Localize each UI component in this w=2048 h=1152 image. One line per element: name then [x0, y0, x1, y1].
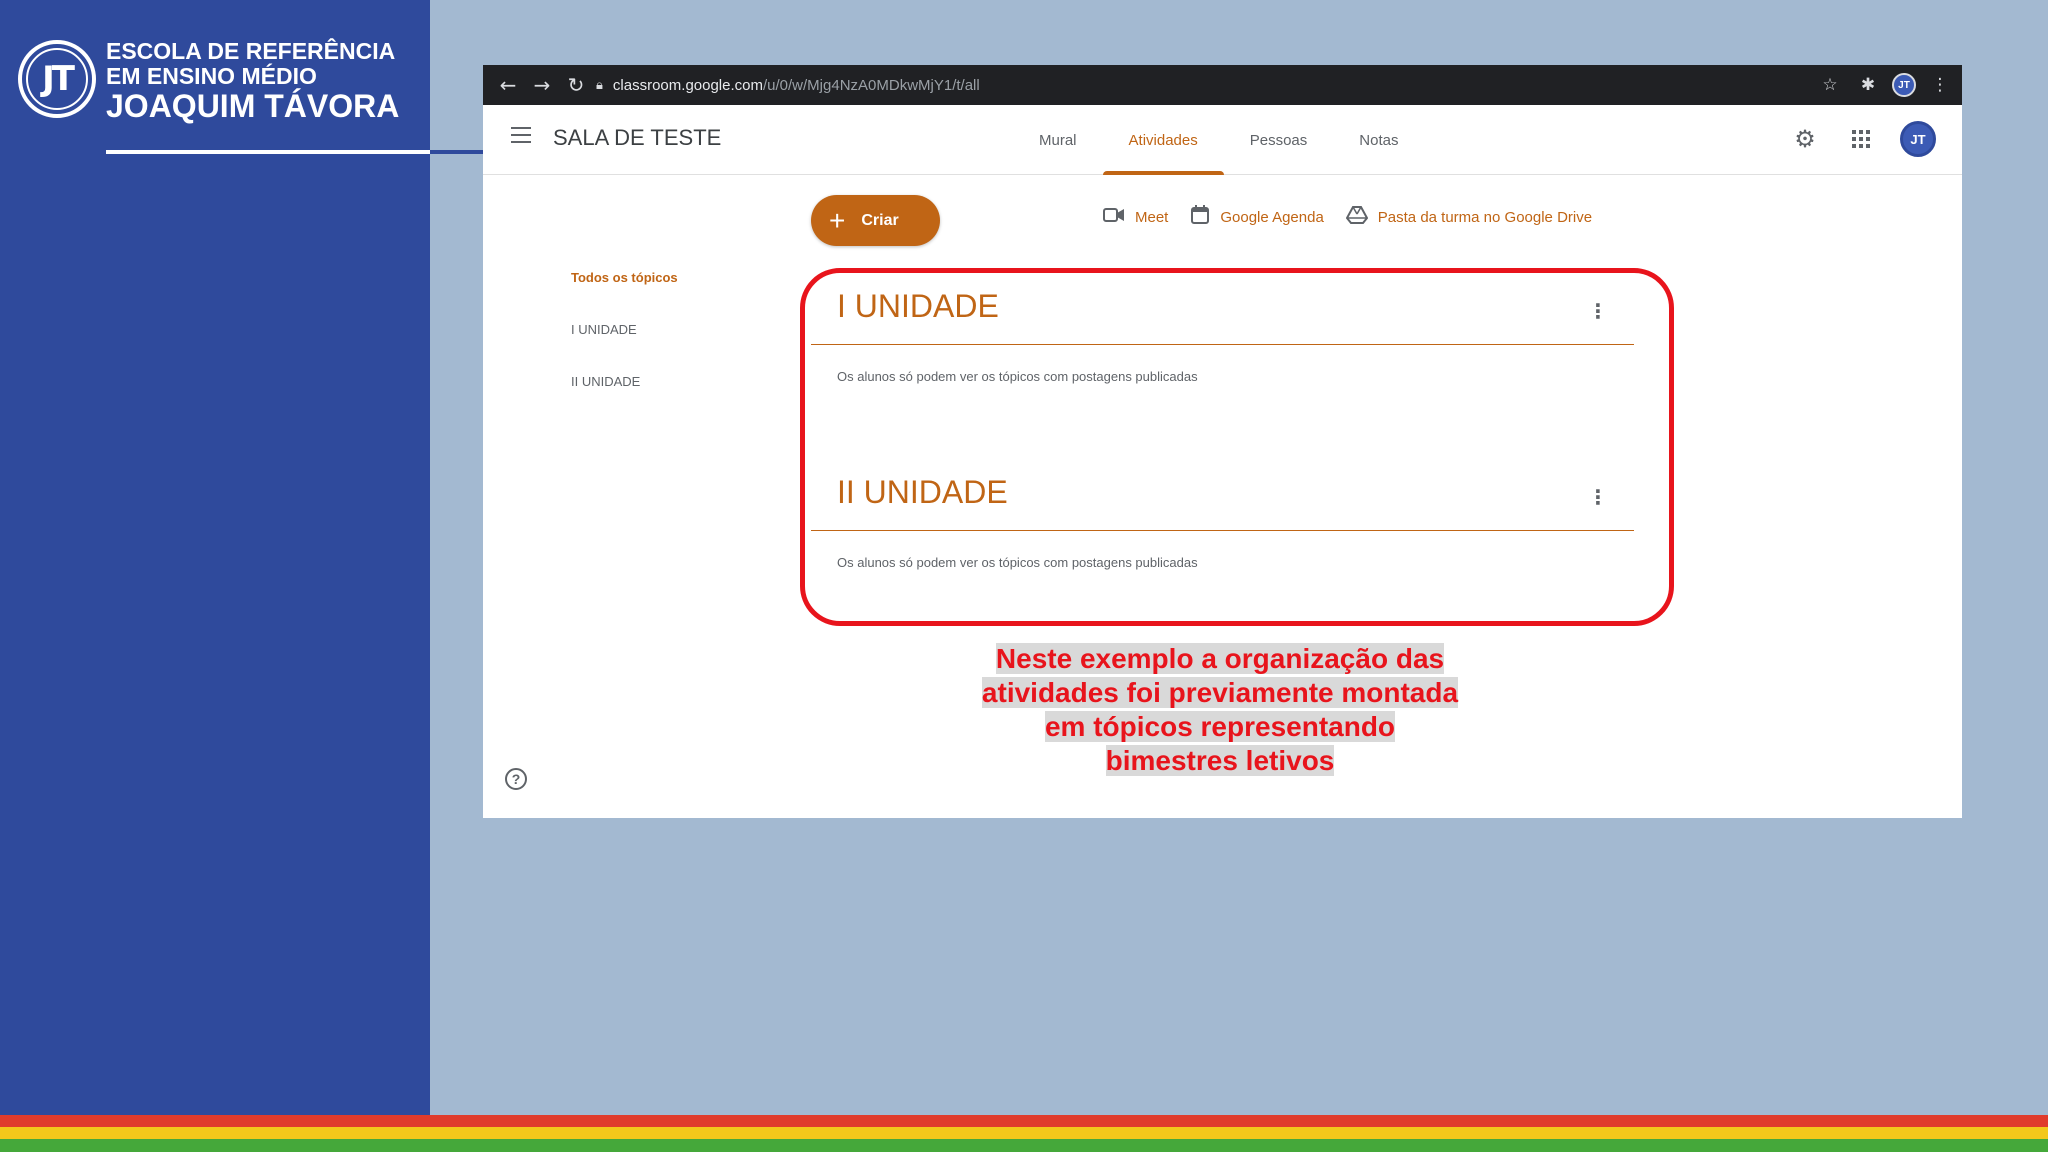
forward-arrow-icon[interactable]: →: [525, 65, 559, 105]
school-panel: JT ESCOLA DE REFERÊNCIA EM ENSINO MÉDIO …: [0, 0, 430, 1115]
create-button-label: Criar: [861, 211, 899, 229]
classroom-header: SALA DE TESTE Mural Atividades Pessoas N…: [483, 105, 1962, 175]
school-divider: [106, 150, 430, 154]
annotation-caption: Neste exemplo a organização das atividad…: [960, 642, 1480, 778]
tab-notas[interactable]: Notas: [1333, 105, 1424, 175]
gear-icon[interactable]: ⚙: [1788, 119, 1822, 159]
apps-grid-icon[interactable]: [1844, 119, 1878, 159]
stripe-yellow: [0, 1127, 2048, 1139]
school-divider-extension: [430, 150, 483, 154]
annotation-line: atividades foi previamente montada: [981, 677, 1459, 708]
class-title[interactable]: SALA DE TESTE: [553, 125, 721, 151]
tab-mural[interactable]: Mural: [1013, 105, 1103, 175]
drive-label: Pasta da turma no Google Drive: [1377, 209, 1593, 226]
calendar-icon: [1190, 205, 1210, 230]
star-icon[interactable]: ☆: [1816, 75, 1844, 95]
annotation-line: bimestres letivos: [1105, 745, 1335, 776]
browser-menu-icon[interactable]: ⋮: [1926, 75, 1954, 95]
annotation-line: Neste exemplo a organização das: [995, 643, 1445, 674]
url-host: classroom.google.com: [612, 76, 763, 94]
url-path: /u/0/w/Mjg4NzA0MDkwMjY1/t/all: [763, 76, 980, 94]
reload-icon[interactable]: ↻: [559, 65, 593, 105]
back-arrow-icon[interactable]: ←: [491, 65, 525, 105]
calendar-label: Google Agenda: [1220, 209, 1324, 226]
school-name-line2: EM ENSINO MÉDIO: [106, 63, 317, 89]
annotation-line: em tópicos representando: [1044, 711, 1396, 742]
address-bar[interactable]: 🔒︎ classroom.google.com /u/0/w/Mjg4NzA0M…: [596, 70, 1821, 100]
tab-atividades[interactable]: Atividades: [1102, 105, 1224, 175]
drive-folder-link[interactable]: Pasta da turma no Google Drive: [1345, 205, 1593, 230]
browser-profile-avatar[interactable]: JT: [1892, 73, 1916, 97]
topic-nav-all[interactable]: Todos os tópicos: [571, 270, 678, 322]
topic-nav: Todos os tópicos I UNIDADE II UNIDADE: [571, 270, 678, 426]
quick-links: Meet Google Agenda Pasta da turma no Goo…: [1103, 205, 1592, 230]
video-camera-icon: [1103, 207, 1125, 228]
stripe-red: [0, 1115, 2048, 1127]
help-icon[interactable]: ?: [505, 768, 527, 790]
school-name-line3: JOAQUIM TÁVORA: [106, 88, 400, 124]
user-avatar[interactable]: JT: [1900, 121, 1936, 157]
drive-icon: [1345, 205, 1368, 230]
browser-toolbar: ← → ↻ 🔒︎ classroom.google.com /u/0/w/Mjg…: [483, 65, 1962, 105]
lock-icon: 🔒︎: [596, 77, 603, 93]
topic-nav-unidade-2[interactable]: II UNIDADE: [571, 374, 678, 426]
header-actions: ⚙ JT: [1788, 119, 1936, 159]
topic-nav-unidade-1[interactable]: I UNIDADE: [571, 322, 678, 374]
meet-link[interactable]: Meet: [1103, 207, 1168, 228]
school-logo: JT: [18, 40, 96, 118]
puzzle-icon[interactable]: ✱: [1854, 75, 1882, 95]
calendar-link[interactable]: Google Agenda: [1190, 205, 1324, 230]
create-button[interactable]: + Criar: [811, 195, 940, 246]
stripe-green: [0, 1139, 2048, 1152]
highlight-outline: [800, 268, 1674, 626]
hamburger-menu-icon[interactable]: [511, 127, 531, 143]
school-name-line1: ESCOLA DE REFERÊNCIA: [106, 38, 396, 64]
tab-pessoas[interactable]: Pessoas: [1224, 105, 1334, 175]
browser-actions: ☆ ✱ JT ⋮: [1816, 65, 1954, 105]
meet-label: Meet: [1135, 209, 1169, 226]
classroom-tabs: Mural Atividades Pessoas Notas: [1013, 105, 1424, 175]
plus-icon: +: [829, 204, 846, 236]
